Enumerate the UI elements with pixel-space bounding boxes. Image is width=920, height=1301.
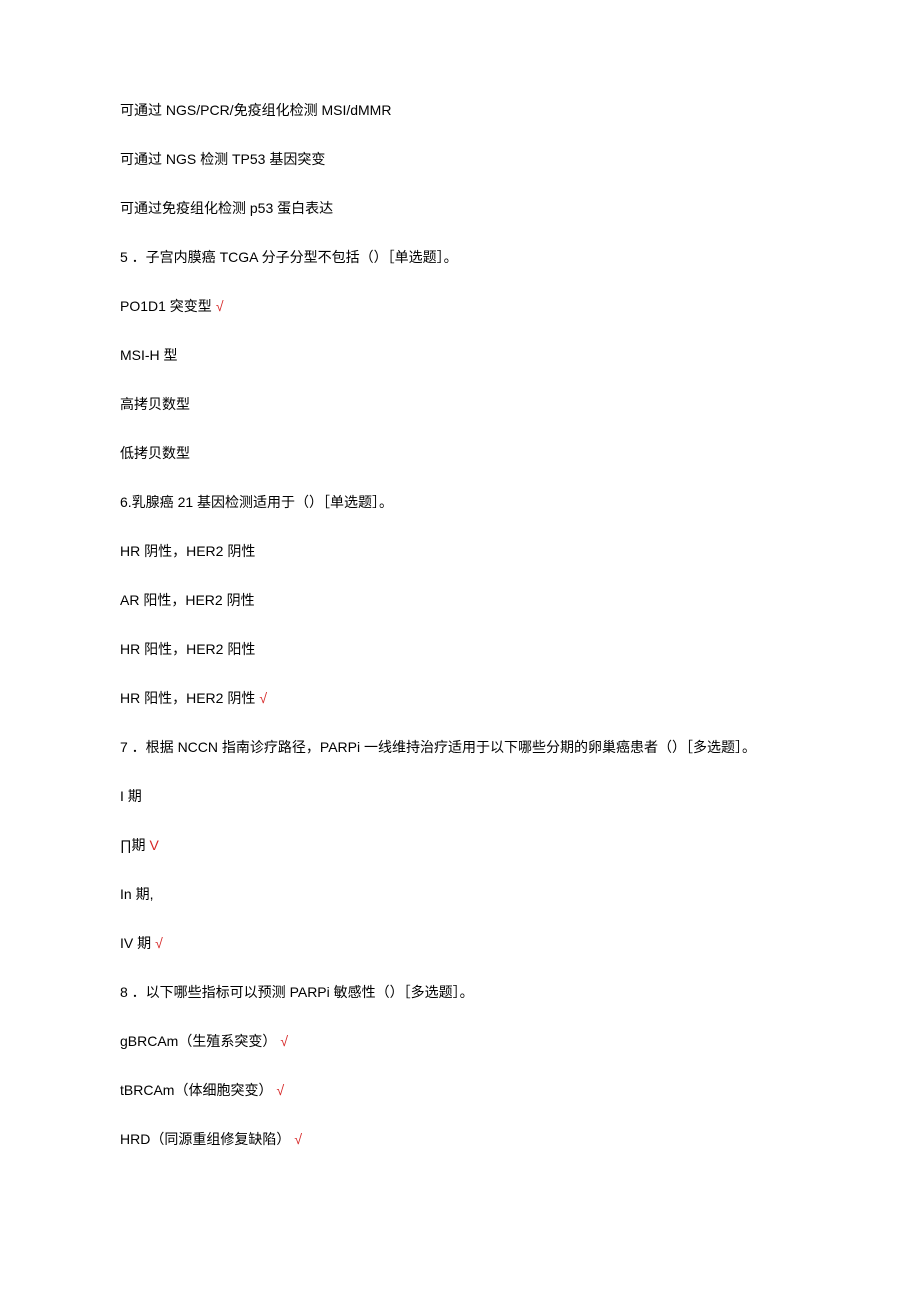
- text-line: HR 阳性，HER2 阴性√: [120, 688, 800, 709]
- text-line: 8 ．以下哪些指标可以预测 PARPi 敏感性（）［多选题］。: [120, 982, 800, 1003]
- line-text: HR 阳性，HER2 阳性: [120, 641, 255, 657]
- line-text: gBRCAm（生殖系突变）: [120, 1033, 276, 1049]
- check-icon: √: [276, 1082, 284, 1098]
- check-icon: √: [259, 690, 267, 706]
- check-icon: V: [150, 837, 159, 853]
- text-line: In 期,: [120, 884, 800, 905]
- line-text: 高拷贝数型: [120, 396, 190, 412]
- text-line: ∏期V: [120, 835, 800, 856]
- check-icon: √: [294, 1131, 302, 1147]
- text-line: tBRCAm（体细胞突变）√: [120, 1080, 800, 1101]
- line-text: HR 阳性，HER2 阴性: [120, 690, 255, 706]
- line-text: HRD（同源重组修复缺陷）: [120, 1131, 290, 1147]
- text-line: 高拷贝数型: [120, 394, 800, 415]
- line-text: MSI-H 型: [120, 347, 178, 363]
- line-text: 8 ．以下哪些指标可以预测 PARPi 敏感性（）［多选题］。: [120, 984, 474, 1000]
- text-line: 低拷贝数型: [120, 443, 800, 464]
- text-line: gBRCAm（生殖系突变）√: [120, 1031, 800, 1052]
- text-line: 5 ．子宫内膜癌 TCGA 分子分型不包括（）［单选题］。: [120, 247, 800, 268]
- line-text: 6.乳腺癌 21 基因检测适用于（）［单选题］。: [120, 494, 393, 510]
- line-text: 低拷贝数型: [120, 445, 190, 461]
- line-text: HR 阴性，HER2 阴性: [120, 543, 255, 559]
- text-line: 可通过 NGS 检测 TP53 基因突变: [120, 149, 800, 170]
- check-icon: √: [216, 298, 224, 314]
- text-line: MSI-H 型: [120, 345, 800, 366]
- line-text: AR 阳性，HER2 阴性: [120, 592, 255, 608]
- text-line: PO1D1 突变型√: [120, 296, 800, 317]
- text-line: 可通过 NGS/PCR/免疫组化检测 MSI/dMMR: [120, 100, 800, 121]
- text-line: HRD（同源重组修复缺陷）√: [120, 1129, 800, 1150]
- text-line: I 期: [120, 786, 800, 807]
- line-text: I 期: [120, 788, 142, 804]
- line-text: IV 期: [120, 935, 151, 951]
- text-line: HR 阴性，HER2 阴性: [120, 541, 800, 562]
- text-line: HR 阳性，HER2 阳性: [120, 639, 800, 660]
- line-text: In 期,: [120, 886, 153, 902]
- line-text: PO1D1 突变型: [120, 298, 212, 314]
- document-body: 可通过 NGS/PCR/免疫组化检测 MSI/dMMR 可通过 NGS 检测 TP…: [120, 100, 800, 1150]
- text-line: AR 阳性，HER2 阴性: [120, 590, 800, 611]
- text-line: 7 ．根据 NCCN 指南诊疗路径，PARPi 一线维持治疗适用于以下哪些分期的…: [120, 737, 800, 758]
- line-text: 可通过 NGS 检测 TP53 基因突变: [120, 151, 325, 167]
- line-text: tBRCAm（体细胞突变）: [120, 1082, 272, 1098]
- check-icon: √: [155, 935, 163, 951]
- text-line: IV 期√: [120, 933, 800, 954]
- line-text: 可通过免疫组化检测 p53 蛋白表达: [120, 200, 333, 216]
- line-text: 可通过 NGS/PCR/免疫组化检测 MSI/dMMR: [120, 102, 391, 118]
- text-line: 可通过免疫组化检测 p53 蛋白表达: [120, 198, 800, 219]
- line-text: 7 ．根据 NCCN 指南诊疗路径，PARPi 一线维持治疗适用于以下哪些分期的…: [120, 739, 756, 755]
- line-text: ∏期: [120, 837, 146, 853]
- check-icon: √: [280, 1033, 288, 1049]
- text-line: 6.乳腺癌 21 基因检测适用于（）［单选题］。: [120, 492, 800, 513]
- line-text: 5 ．子宫内膜癌 TCGA 分子分型不包括（）［单选题］。: [120, 249, 458, 265]
